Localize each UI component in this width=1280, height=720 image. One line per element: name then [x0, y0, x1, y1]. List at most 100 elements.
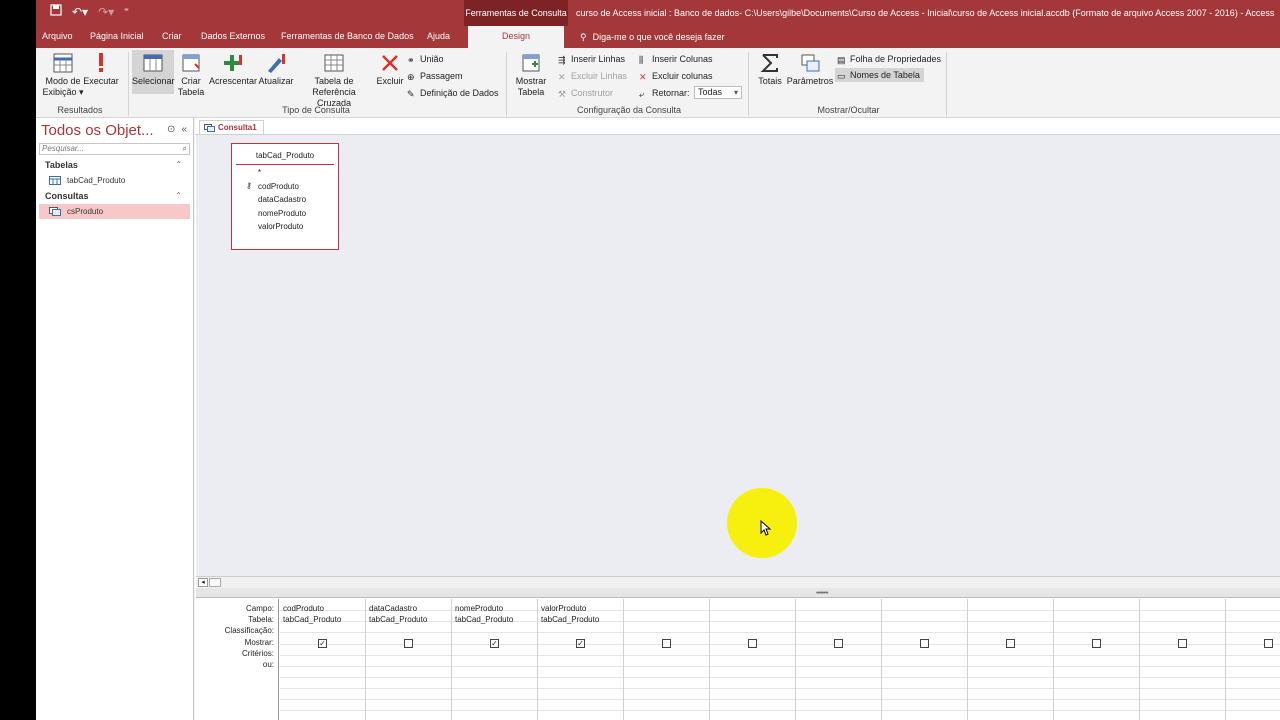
grid-column[interactable]: [1054, 599, 1140, 720]
tab-pagina-inicial[interactable]: Página Inicial: [90, 26, 144, 48]
grid-column[interactable]: [968, 599, 1054, 720]
mostrar-checkbox[interactable]: [920, 639, 929, 648]
mostrar-checkbox[interactable]: ✓: [490, 639, 499, 648]
field-list-item[interactable]: dataCadastro: [258, 195, 306, 204]
ribbon-tabs: Arquivo Página Inicial Criar Dados Exter…: [36, 26, 1280, 48]
group-resultados-label: Resultados: [57, 105, 103, 115]
field-list-item[interactable]: *: [258, 168, 261, 177]
customize-qat-icon[interactable]: ⁼: [124, 6, 129, 17]
group-divider: [748, 52, 749, 116]
mostrar-checkbox[interactable]: [1264, 639, 1273, 648]
nav-item-query[interactable]: csProduto: [39, 204, 190, 219]
criar-tabela-button[interactable]: Criar Tabela: [176, 52, 206, 98]
nomes-tabela-button[interactable]: ▭ Nomes de Tabela: [835, 68, 924, 82]
parametros-button[interactable]: Parâmetros: [786, 52, 834, 87]
access-window: ↶▾ ↷▾ ⁼ Ferramentas de Consulta curso de…: [36, 0, 1280, 720]
field-list-item[interactable]: valorProduto: [258, 222, 303, 231]
inserir-colunas-button[interactable]: ⫼ Inserir Colunas: [639, 53, 713, 65]
mostrar-checkbox[interactable]: [1006, 639, 1015, 648]
uniao-button[interactable]: ⚭ União: [407, 53, 444, 65]
grid-column[interactable]: nomeProduto tabCad_Produto ✓: [452, 599, 538, 720]
field-list-title[interactable]: tabCad_Produto: [236, 144, 334, 165]
nav-group-consultas[interactable]: Consultas ⌃: [39, 189, 190, 203]
search-icon[interactable]: ⌕: [183, 144, 187, 154]
document-tab-consulta1[interactable]: Consulta1: [199, 120, 264, 135]
select-query-icon: [143, 54, 163, 72]
collapse-pane-icon[interactable]: «: [181, 124, 187, 135]
horizontal-scrollbar[interactable]: ◂: [196, 576, 1280, 588]
modo-exibicao-button[interactable]: Modo de Exibição ▾: [42, 52, 84, 98]
property-sheet-icon: ▤: [837, 55, 846, 65]
tabela-cell[interactable]: tabCad_Produto: [369, 615, 427, 624]
view-icon: [53, 53, 73, 73]
tab-ferramentas-bd[interactable]: Ferramentas de Banco de Dados: [281, 26, 414, 48]
grid-column[interactable]: [882, 599, 968, 720]
grid-column[interactable]: codProduto tabCad_Produto ✓: [280, 599, 366, 720]
selecionar-button[interactable]: Selecionar: [132, 50, 175, 94]
grid-column[interactable]: valorProduto tabCad_Produto ✓: [538, 599, 624, 720]
group-mostrar-ocultar-label: Mostrar/Ocultar: [817, 105, 880, 115]
excluir-query-button[interactable]: Excluir: [374, 52, 406, 87]
mostrar-checkbox[interactable]: ✓: [576, 639, 585, 648]
tab-arquivo[interactable]: Arquivo: [42, 26, 73, 48]
nav-search-input[interactable]: Pesquisar... ⌕: [39, 143, 190, 155]
scroll-left-icon[interactable]: ◂: [198, 578, 208, 587]
tabela-cell[interactable]: tabCad_Produto: [455, 615, 513, 624]
undo-icon[interactable]: ↶▾: [72, 5, 88, 19]
tab-criar[interactable]: Criar: [162, 26, 182, 48]
collapse-group-icon[interactable]: ⌃: [175, 189, 182, 203]
tabela-referencia-cruzada-button[interactable]: Tabela de Referência Cruzada: [294, 52, 374, 109]
mostrar-checkbox[interactable]: [1178, 639, 1187, 648]
pane-splitter[interactable]: ••••••••: [196, 588, 1280, 598]
tab-design[interactable]: Design: [468, 26, 564, 48]
tab-ajuda[interactable]: Ajuda: [427, 26, 450, 48]
grid-column[interactable]: [1226, 599, 1280, 720]
nav-pane-title[interactable]: Todos os Objet...: [41, 122, 154, 139]
campo-cell[interactable]: valorProduto: [541, 604, 586, 613]
acrescentar-button[interactable]: Acrescentar: [208, 52, 258, 87]
definicao-dados-button[interactable]: ✎ Definição de Dados: [407, 87, 499, 99]
mostrar-tabela-button[interactable]: Mostrar Tabela: [512, 52, 550, 98]
nav-menu-dropdown-icon[interactable]: ⊙: [167, 124, 175, 135]
sigma-icon: [760, 54, 778, 72]
excluir-colunas-button[interactable]: ✕ Excluir colunas: [639, 70, 713, 82]
passagem-button[interactable]: ⊕ Passagem: [407, 70, 463, 82]
mostrar-checkbox[interactable]: [404, 639, 413, 648]
mostrar-checkbox[interactable]: [662, 639, 671, 648]
tell-me-box[interactable]: ⚲ Diga-me o que você deseja fazer: [580, 26, 725, 48]
folha-propriedades-button[interactable]: ▤ Folha de Propriedades: [837, 53, 941, 65]
grid-column[interactable]: [710, 599, 796, 720]
query-design-view: Consulta1 tabCad_Produto * ⚷ codProduto …: [195, 118, 1280, 720]
mostrar-checkbox[interactable]: ✓: [318, 639, 327, 648]
save-icon[interactable]: [50, 4, 62, 19]
executar-button[interactable]: Executar: [83, 52, 119, 87]
nav-group-tabelas[interactable]: Tabelas ⌃: [39, 158, 190, 172]
atualizar-button[interactable]: Atualizar: [257, 52, 295, 87]
grid-column[interactable]: [1140, 599, 1226, 720]
grid-column[interactable]: dataCadastro tabCad_Produto: [366, 599, 452, 720]
scroll-thumb[interactable]: [209, 578, 221, 587]
inserir-linhas-button[interactable]: ⇶ Inserir Linhas: [558, 53, 625, 65]
tabela-cell[interactable]: tabCad_Produto: [283, 615, 341, 624]
totais-button[interactable]: Totais: [754, 52, 786, 87]
row-label-ou: ou:: [262, 660, 274, 669]
campo-cell[interactable]: dataCadastro: [369, 604, 417, 613]
group-configuracao-label: Configuração da Consulta: [576, 105, 682, 115]
mostrar-checkbox[interactable]: [834, 639, 843, 648]
campo-cell[interactable]: codProduto: [283, 604, 324, 613]
field-list-item[interactable]: nomeProduto: [258, 209, 306, 218]
nav-item-table[interactable]: tabCad_Produto: [39, 173, 190, 188]
retornar-label: ⤶ Retornar:: [639, 88, 690, 99]
builder-icon: ⚒: [558, 89, 567, 99]
mostrar-checkbox[interactable]: [748, 639, 757, 648]
grid-column[interactable]: [624, 599, 710, 720]
mostrar-checkbox[interactable]: [1092, 639, 1101, 648]
field-list-table[interactable]: tabCad_Produto * ⚷ codProduto dataCadast…: [231, 143, 339, 250]
collapse-group-icon[interactable]: ⌃: [175, 158, 182, 172]
tabela-cell[interactable]: tabCad_Produto: [541, 615, 599, 624]
tab-dados-externos[interactable]: Dados Externos: [201, 26, 265, 48]
grid-column[interactable]: [796, 599, 882, 720]
field-list-item[interactable]: codProduto: [258, 182, 299, 191]
campo-cell[interactable]: nomeProduto: [455, 604, 503, 613]
retornar-dropdown[interactable]: Todas: [694, 86, 742, 99]
